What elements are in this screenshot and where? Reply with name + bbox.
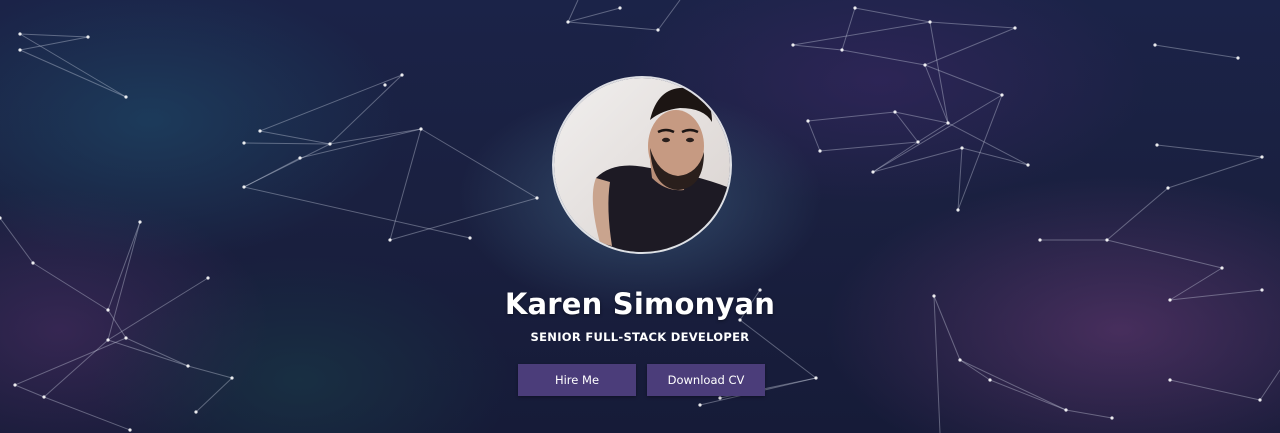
profile-photo [554,78,730,252]
profile-title: SENIOR FULL-STACK DEVELOPER [530,330,750,344]
hire-me-button[interactable]: Hire Me [518,364,636,396]
hero-content: Karen Simonyan SENIOR FULL-STACK DEVELOP… [0,0,1280,433]
avatar [552,76,732,254]
hero-section: Karen Simonyan SENIOR FULL-STACK DEVELOP… [0,0,1280,433]
profile-name: Karen Simonyan [504,287,776,321]
download-cv-button[interactable]: Download CV [647,364,765,396]
